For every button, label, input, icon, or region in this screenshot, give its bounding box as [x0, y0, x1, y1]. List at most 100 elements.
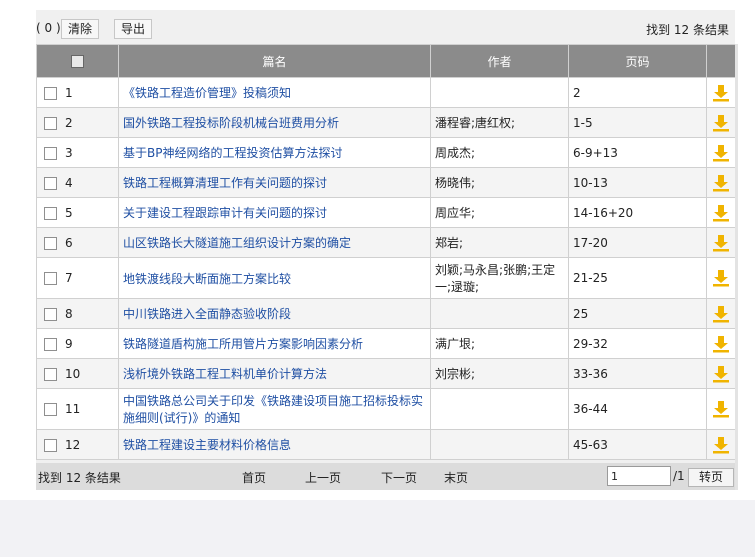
download-icon[interactable]: [712, 144, 730, 162]
row-select-cell: 4: [36, 167, 119, 198]
article-title-link[interactable]: 国外铁路工程投标阶段机械台班费用分析: [123, 116, 339, 130]
prev-page-link[interactable]: 上一页: [305, 469, 341, 486]
select-all-checkbox[interactable]: [71, 55, 84, 68]
download-cell[interactable]: [706, 328, 736, 359]
title-cell: 基于BP神经网络的工程投资估算方法探讨: [118, 137, 431, 168]
download-icon[interactable]: [712, 305, 730, 323]
download-icon[interactable]: [712, 335, 730, 353]
row-number: 4: [65, 175, 73, 190]
row-checkbox[interactable]: [44, 146, 57, 160]
pager-summary: 找到 12 条结果: [38, 471, 121, 485]
table-header-row: 篇名 作者 页码: [36, 44, 736, 78]
pages-cell: 36-44: [568, 388, 707, 430]
row-number: 7: [65, 271, 73, 285]
author-cell: 郑岩;: [430, 227, 569, 258]
download-cell[interactable]: [706, 298, 736, 329]
row-checkbox[interactable]: [44, 272, 57, 285]
author-cell: 杨晓伟;: [430, 167, 569, 198]
header-pages: 页码: [568, 44, 707, 78]
results-table: 篇名 作者 页码 1 《铁路工程造价管理》投稿须知 2 2 国外铁路工程投标阶段机械台班…: [36, 44, 736, 460]
row-select-cell: 6: [36, 227, 119, 258]
table-row: 1 《铁路工程造价管理》投稿须知 2: [36, 77, 736, 108]
author-cell: 满广垠;: [430, 328, 569, 359]
jump-page-button[interactable]: 转页: [688, 468, 734, 487]
row-checkbox[interactable]: [44, 86, 57, 100]
download-cell[interactable]: [706, 429, 736, 460]
table-row: 6 山区铁路长大隧道施工组织设计方案的确定 郑岩; 17-20: [36, 227, 736, 258]
row-checkbox[interactable]: [44, 367, 57, 381]
row-checkbox[interactable]: [44, 236, 57, 250]
row-checkbox[interactable]: [44, 403, 57, 416]
article-title-link[interactable]: 山区铁路长大隧道施工组织设计方案的确定: [123, 236, 351, 250]
row-checkbox[interactable]: [44, 438, 57, 452]
row-checkbox[interactable]: [44, 206, 57, 220]
title-cell: 《铁路工程造价管理》投稿须知: [118, 77, 431, 108]
download-icon[interactable]: [712, 365, 730, 383]
download-cell[interactable]: [706, 388, 736, 430]
table-row: 5 关于建设工程跟踪审计有关问题的探讨 周应华; 14-16+20: [36, 197, 736, 228]
pages-cell: 2: [568, 77, 707, 108]
table-row: 12 铁路工程建设主要材料价格信息 45-63: [36, 429, 736, 460]
download-icon[interactable]: [712, 84, 730, 102]
row-checkbox[interactable]: [44, 116, 57, 130]
pages-cell: 1-5: [568, 107, 707, 138]
download-icon[interactable]: [712, 400, 730, 418]
author-cell: 刘宗彬;: [430, 358, 569, 389]
page-number-input[interactable]: 1: [607, 466, 671, 486]
next-page-link[interactable]: 下一页: [381, 469, 417, 486]
row-number: 12: [65, 437, 81, 452]
download-icon[interactable]: [712, 204, 730, 222]
row-select-cell: 11: [36, 388, 119, 430]
download-icon[interactable]: [712, 114, 730, 132]
row-select-cell: 3: [36, 137, 119, 168]
article-title-link[interactable]: 铁路工程建设主要材料价格信息: [123, 438, 291, 452]
author-cell: [430, 429, 569, 460]
title-cell: 铁路隧道盾构施工所用管片方案影响因素分析: [118, 328, 431, 359]
download-cell[interactable]: [706, 107, 736, 138]
download-icon[interactable]: [712, 269, 730, 287]
download-cell[interactable]: [706, 257, 736, 299]
download-cell[interactable]: [706, 167, 736, 198]
row-checkbox[interactable]: [44, 307, 57, 321]
article-title-link[interactable]: 铁路工程概算清理工作有关问题的探讨: [123, 176, 327, 190]
download-cell[interactable]: [706, 227, 736, 258]
download-icon[interactable]: [712, 436, 730, 454]
download-icon[interactable]: [712, 174, 730, 192]
row-select-cell: 12: [36, 429, 119, 460]
row-number: 5: [65, 205, 73, 220]
download-cell[interactable]: [706, 358, 736, 389]
download-cell[interactable]: [706, 77, 736, 108]
row-checkbox[interactable]: [44, 337, 57, 351]
article-title-link[interactable]: 中国铁路总公司关于印发《铁路建设项目施工招标投标实施细则(试行)》的通知: [123, 394, 423, 425]
scrollbar[interactable]: [735, 44, 738, 490]
clear-button[interactable]: 清除: [61, 19, 100, 39]
download-cell[interactable]: [706, 197, 736, 228]
export-button[interactable]: 导出: [114, 19, 153, 39]
row-checkbox[interactable]: [44, 176, 57, 190]
table-row: 11 中国铁路总公司关于印发《铁路建设项目施工招标投标实施细则(试行)》的通知 36…: [36, 388, 736, 430]
first-page-link[interactable]: 首页: [242, 469, 266, 486]
article-title-link[interactable]: 基于BP神经网络的工程投资估算方法探讨: [123, 146, 342, 160]
author-cell: [430, 77, 569, 108]
article-title-link[interactable]: 中川铁路进入全面静态验收阶段: [123, 307, 291, 321]
pages-cell: 6-9+13: [568, 137, 707, 168]
article-title-link[interactable]: 铁路隧道盾构施工所用管片方案影响因素分析: [123, 337, 363, 351]
article-title-link[interactable]: 《铁路工程造价管理》投稿须知: [123, 86, 291, 100]
row-number: 2: [65, 115, 73, 130]
last-page-link[interactable]: 末页: [444, 469, 468, 486]
header-author: 作者: [430, 44, 569, 78]
title-cell: 铁路工程建设主要材料价格信息: [118, 429, 431, 460]
article-title-link[interactable]: 浅析境外铁路工程工料机单价计算方法: [123, 367, 327, 381]
row-select-cell: 5: [36, 197, 119, 228]
download-icon[interactable]: [712, 234, 730, 252]
pages-cell: 14-16+20: [568, 197, 707, 228]
row-select-cell: 10: [36, 358, 119, 389]
article-title-link[interactable]: 关于建设工程跟踪审计有关问题的探讨: [123, 206, 327, 220]
pages-cell: 33-36: [568, 358, 707, 389]
title-cell: 地铁渡线段大断面施工方案比较: [118, 257, 431, 299]
page-total: /1: [673, 469, 685, 483]
select-all-header[interactable]: [36, 44, 119, 78]
article-title-link[interactable]: 地铁渡线段大断面施工方案比较: [123, 272, 291, 286]
download-cell[interactable]: [706, 137, 736, 168]
header-title: 篇名: [118, 44, 431, 78]
